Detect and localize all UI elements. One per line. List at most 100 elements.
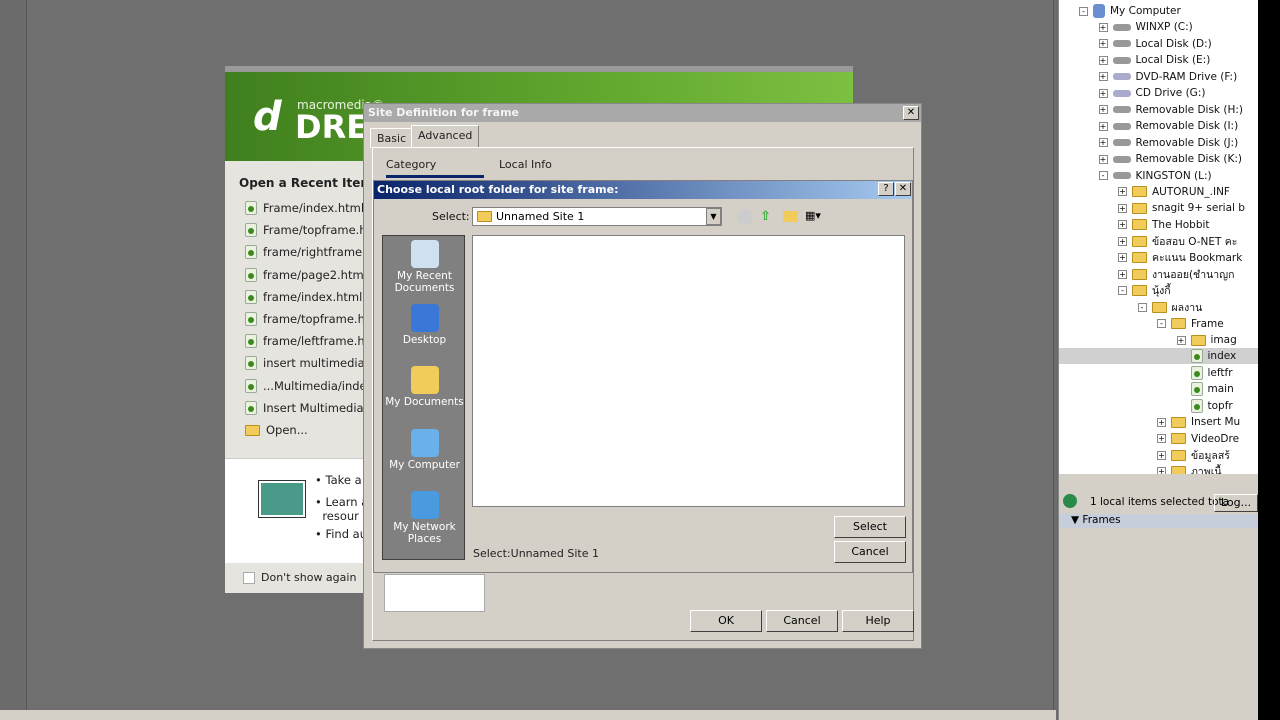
tutorial-icon [259,481,305,517]
tree-item[interactable]: + VideoDre [1157,431,1259,447]
folder-icon [1132,252,1147,264]
expand-icon[interactable]: + [1157,434,1166,444]
expand-icon[interactable]: + [1098,154,1108,164]
tree-item[interactable]: leftfr [1177,365,1260,381]
frames-panel-header[interactable]: ▼ Frames [1059,514,1259,528]
up-folder-icon[interactable]: ⇧ [760,209,776,225]
look-in-dropdown[interactable]: Unnamed Site 1 ▼ [472,207,722,226]
collapse-icon[interactable]: - [1118,286,1127,296]
tree-item[interactable]: + The Hobbit [1118,217,1259,233]
place-my-documents[interactable]: My Documents [383,366,466,408]
tree-item[interactable]: - My Computer [1079,3,1259,19]
recent-item[interactable]: insert multimedia/i [245,352,372,374]
expand-icon[interactable]: + [1176,335,1186,345]
file-list[interactable] [472,235,905,507]
place-recent[interactable]: My Recent Documents [383,240,466,294]
ok-button[interactable]: OK [690,610,762,632]
expand-icon[interactable]: + [1118,253,1127,263]
dont-show-checkbox[interactable]: Don't show again [243,571,356,584]
tree-item[interactable]: topfr [1177,398,1260,414]
tree-item[interactable]: - Frame [1157,316,1259,332]
tree-item[interactable]: + snagit 9+ serial b [1118,200,1259,216]
recent-item[interactable]: frame/rightframe.h [245,241,373,263]
expand-icon[interactable]: + [1098,55,1108,65]
tree-item[interactable]: + DVD-RAM Drive (F:) [1098,69,1260,85]
cancel-button[interactable]: Cancel [766,610,838,632]
tree-item[interactable]: + Insert Mu [1157,414,1259,430]
tree-item[interactable]: - นุ้งกี้ [1118,283,1259,299]
place-my-computer[interactable]: My Computer [383,429,466,471]
tree-item[interactable]: index [1059,348,1259,365]
expand-icon[interactable]: + [1118,187,1127,197]
folder-icon [1171,318,1186,330]
recent-item[interactable]: frame/leftframe.htn [245,330,376,352]
help-button[interactable]: Help [842,610,914,632]
expand-icon[interactable]: + [1098,72,1108,82]
new-folder-icon[interactable] [783,211,798,222]
expand-icon[interactable]: + [1157,450,1166,460]
place-network[interactable]: My Network Places [383,491,466,545]
recent-item[interactable]: Insert Multimedia/i [245,397,371,419]
tree-item[interactable]: + Local Disk (E:) [1098,52,1260,68]
recent-item[interactable]: ...Multimedia/index [245,375,373,397]
tree-item[interactable]: + imag [1176,332,1260,348]
tree-item[interactable]: + CD Drive (G:) [1098,85,1260,101]
help-icon[interactable]: ? [878,182,894,196]
tree-item[interactable]: + AUTORUN_.INF [1118,184,1259,200]
tree-item[interactable]: - KINGSTON (L:) [1098,168,1260,184]
close-icon[interactable]: ✕ [895,182,911,196]
tree-item[interactable]: + Local Disk (D:) [1098,36,1260,52]
category-header: Category [386,158,484,178]
collapse-icon[interactable]: - [1137,302,1147,312]
tree-item[interactable]: + ข้อมูลสร้ [1157,447,1259,463]
tab-advanced[interactable]: Advanced [411,125,480,148]
view-menu-icon[interactable]: ▦▾ [805,209,821,225]
recent-item[interactable]: frame/topframe.htr [245,308,374,330]
files-status: 1 local items selected tota [1090,496,1230,508]
expand-icon[interactable]: + [1098,105,1108,115]
expand-icon[interactable]: + [1098,138,1108,148]
tree-item[interactable]: + คะแนน Bookmark [1118,250,1259,266]
recent-item[interactable]: frame/index.html [245,286,362,308]
tree-item[interactable]: + Removable Disk (H:) [1098,102,1260,118]
recent-item[interactable]: Frame/topframe.ht [245,219,371,241]
tree-item[interactable]: main [1177,381,1260,397]
tree-item[interactable]: + WINXP (C:) [1098,19,1260,35]
bullet-item[interactable]: • Learn a resour [315,495,368,523]
log-button[interactable]: Log... [1214,494,1258,512]
expand-icon[interactable]: + [1118,203,1127,213]
bullet-item[interactable]: • Take a [315,473,362,487]
place-desktop[interactable]: Desktop [383,304,466,346]
tree-item[interactable]: + งานออย(ชำนาญก [1118,266,1259,282]
expand-icon[interactable]: + [1098,22,1108,32]
collapse-icon[interactable]: - [1157,319,1166,329]
expand-icon[interactable]: + [1118,220,1127,230]
files-panel: - My Computer + WINXP (C:) + Local Disk (D:) +… [1058,0,1260,720]
expand-icon[interactable]: + [1098,39,1108,49]
folder-icon [477,211,492,222]
back-icon[interactable] [737,209,753,225]
category-list[interactable] [384,574,485,612]
select-button[interactable]: Select [834,516,906,538]
expand-icon[interactable]: + [1098,88,1108,98]
tree-item[interactable]: + ข้อสอบ O-NET คะ [1118,233,1259,249]
open-link[interactable]: Open... [245,419,308,441]
collapse-icon[interactable]: - [1079,6,1088,16]
tree-item[interactable]: + Removable Disk (I:) [1098,118,1260,134]
expand-icon[interactable]: + [1118,236,1127,246]
expand-icon[interactable]: + [1118,269,1127,279]
expand-icon[interactable]: + [1157,417,1166,427]
tab-basic[interactable]: Basic [370,128,414,148]
globe-icon [1063,494,1077,508]
recent-item[interactable]: frame/page2.html [245,264,367,286]
cancel-button[interactable]: Cancel [834,541,906,563]
expand-icon[interactable]: + [1098,121,1108,131]
recent-item[interactable]: Frame/index.html [245,197,364,219]
tree-item[interactable]: + Removable Disk (K:) [1098,151,1260,167]
collapse-icon[interactable]: - [1098,171,1108,180]
computer-icon [1093,4,1105,18]
bullet-item[interactable]: • Find au [315,527,367,541]
close-button[interactable]: ✕ [903,106,919,120]
tree-item[interactable]: + Removable Disk (J:) [1098,135,1260,151]
tree-item[interactable]: - ผลงาน [1137,299,1260,315]
